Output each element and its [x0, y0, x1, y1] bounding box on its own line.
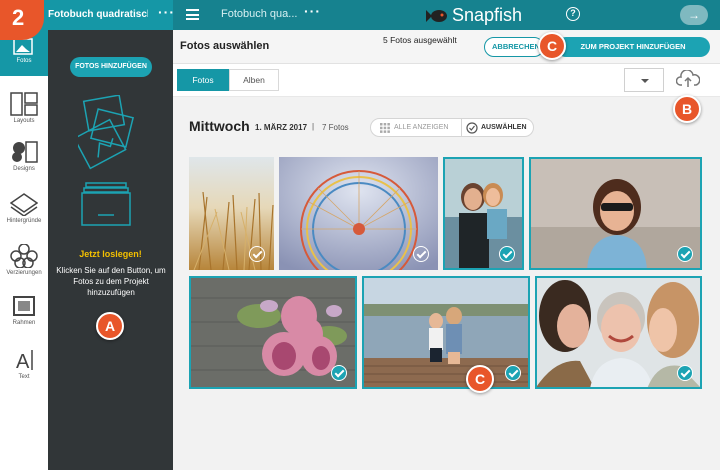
selected-count: 5 Fotos ausgewählt	[383, 35, 457, 45]
photo-tile-three-women[interactable]	[535, 276, 702, 389]
fish-icon	[426, 9, 447, 22]
sidebar-item-label: Text	[18, 374, 30, 380]
callout-c-header: C	[538, 32, 566, 60]
check-circle-icon	[466, 122, 478, 134]
help-icon[interactable]: ?	[566, 7, 580, 21]
svg-text:A: A	[16, 351, 30, 372]
sidebar-item-label: Verzierungen	[6, 270, 42, 276]
tool-sidebar: Fotos Layouts Designs Hintergründe Verzi…	[0, 30, 48, 470]
photo-select-checkbox[interactable]	[677, 246, 693, 262]
sidebar-item-embellishments[interactable]: Verzierungen	[0, 244, 48, 276]
photo-select-checkbox[interactable]	[499, 246, 515, 262]
callout-b: B	[673, 95, 701, 123]
document-title[interactable]: Fotobuch qua...	[221, 8, 297, 20]
show-all-button[interactable]: ALLE ANZEIGEN	[370, 118, 462, 137]
backgrounds-icon	[10, 193, 38, 216]
menu-icon[interactable]	[186, 9, 199, 20]
sidebar-item-frames[interactable]: Rahmen	[0, 296, 48, 326]
gallery-photo-count: 7 Fotos	[322, 123, 349, 132]
photo-select-checkbox[interactable]	[677, 365, 693, 381]
tab-albums[interactable]: Alben	[229, 69, 279, 91]
sidebar-item-text[interactable]: A Text	[0, 348, 48, 380]
grid-icon	[380, 123, 390, 133]
sidebar-item-label: Rahmen	[12, 320, 36, 326]
photo-tile-dry-grass[interactable]	[189, 157, 274, 270]
designs-icon	[12, 141, 38, 163]
sort-dropdown[interactable]	[624, 68, 664, 92]
photo-select-checkbox[interactable]	[249, 246, 265, 262]
sidebar-item-label: Layouts	[13, 118, 35, 124]
snapfish-logo: Snapfish	[426, 5, 522, 26]
cancel-button[interactable]: ABBRECHEN	[484, 37, 544, 57]
panel-heading: Jetzt loslegen!	[79, 249, 142, 259]
next-button[interactable]: →	[680, 5, 708, 25]
sidebar-item-label: Designs	[13, 166, 35, 172]
panel-instructions: Klicken Sie auf den Button, um Fotos zu …	[56, 266, 166, 297]
project-more-icon[interactable]: ···	[158, 4, 175, 20]
text-icon: A	[16, 350, 33, 372]
page-title: Fotos auswählen	[180, 40, 270, 52]
photo-upload-illustration	[78, 95, 135, 226]
gallery-separator: |	[312, 122, 315, 131]
callout-a: A	[96, 312, 124, 340]
project-title[interactable]: Fotobuch quadratisch 2...	[48, 9, 148, 20]
select-all-button[interactable]: AUSWÄHLEN	[461, 118, 534, 137]
upload-icon[interactable]	[676, 70, 700, 88]
tab-photos[interactable]: Fotos	[177, 69, 229, 91]
document-more-icon[interactable]: ···	[304, 3, 321, 19]
show-all-label: ALLE ANZEIGEN	[394, 124, 449, 131]
frames-icon	[13, 296, 35, 316]
add-to-project-button[interactable]: ZUM PROJEKT HINZUFÜGEN	[556, 37, 710, 57]
photo-tile-piggyback[interactable]	[443, 157, 524, 270]
sidebar-item-label: Hintergründe	[6, 218, 42, 224]
photo-tile-ferris-wheel[interactable]	[279, 157, 438, 270]
photo-tile-girl-sunglasses[interactable]	[529, 157, 702, 270]
photo-select-checkbox[interactable]	[331, 365, 347, 381]
select-all-label: AUSWÄHLEN	[481, 124, 527, 131]
photo-tile-tulips[interactable]	[189, 276, 357, 389]
gallery-day: Mittwoch	[189, 118, 250, 134]
gallery-date: 1. MÄRZ 2017	[255, 123, 308, 132]
layouts-icon	[10, 92, 38, 116]
photo-select-checkbox[interactable]	[413, 246, 429, 262]
sidebar-item-backgrounds[interactable]: Hintergründe	[0, 192, 48, 224]
sidebar-item-layouts[interactable]: Layouts	[0, 92, 48, 124]
photo-select-checkbox[interactable]	[505, 365, 521, 381]
sidebar-item-label: Fotos	[16, 58, 32, 64]
callout-c-gallery: C	[466, 365, 494, 393]
photo-tile-girls-pier[interactable]	[362, 276, 530, 389]
add-photos-button[interactable]: FOTOS HINZUFÜGEN	[70, 57, 152, 77]
embellishments-icon	[10, 244, 38, 268]
logo-text: Snapfish	[452, 5, 523, 25]
sidebar-item-designs[interactable]: Designs	[0, 140, 48, 172]
